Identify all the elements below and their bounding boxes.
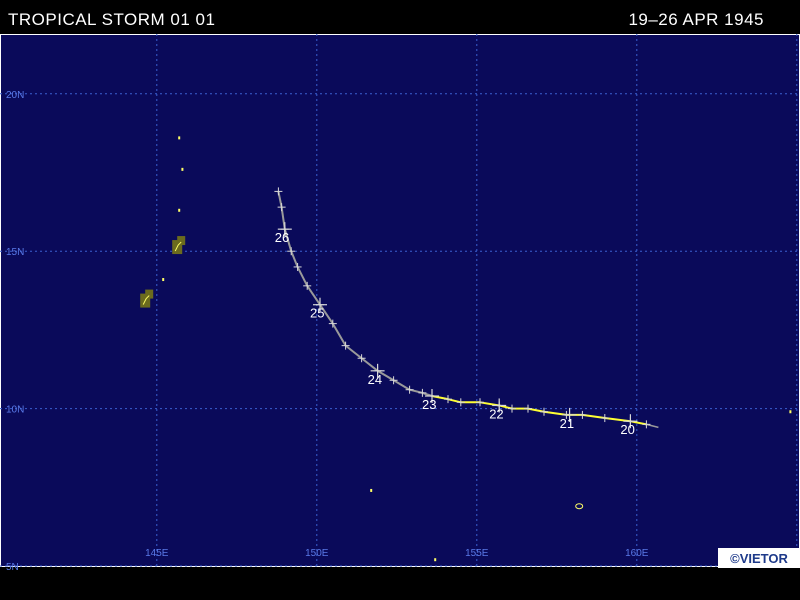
- islet: [181, 167, 184, 171]
- islet: [178, 208, 181, 212]
- storm-name: TROPICAL STORM 01 01: [8, 10, 216, 29]
- lat-label: 10N: [6, 405, 24, 416]
- lat-label: 5N: [6, 562, 19, 573]
- island-shade: [177, 236, 186, 246]
- day-label: 24: [368, 372, 382, 387]
- day-label: 21: [560, 416, 574, 431]
- islet: [178, 136, 181, 140]
- day-label: 20: [620, 422, 634, 437]
- storm-track-map-window: 20 21 22 23 24 25 26 20N 15N 10N 5N 145E 150E 155E 16…: [0, 0, 800, 600]
- lon-label: 145E: [145, 548, 169, 559]
- islet: [162, 278, 165, 282]
- ocean-background: [0, 34, 800, 567]
- day-label: 26: [275, 230, 289, 245]
- date-range: 19–26 APR 1945: [628, 10, 764, 29]
- lon-label: 155E: [465, 548, 489, 559]
- lon-label: 150E: [305, 548, 329, 559]
- lon-label: 160E: [625, 548, 649, 559]
- storm-map: 20 21 22 23 24 25 26 20N 15N 10N 5N 145E 150E 155E 16…: [0, 34, 800, 573]
- lat-label: 20N: [6, 90, 24, 101]
- day-label: 23: [422, 397, 436, 412]
- islet: [434, 558, 437, 562]
- vietor-watermark: ©VIETOR: [718, 548, 800, 568]
- day-label: 22: [489, 406, 503, 421]
- lat-label: 15N: [6, 247, 24, 258]
- day-label: 25: [310, 306, 324, 321]
- islet: [789, 410, 792, 414]
- island-shade: [145, 289, 154, 299]
- islet: [370, 488, 373, 492]
